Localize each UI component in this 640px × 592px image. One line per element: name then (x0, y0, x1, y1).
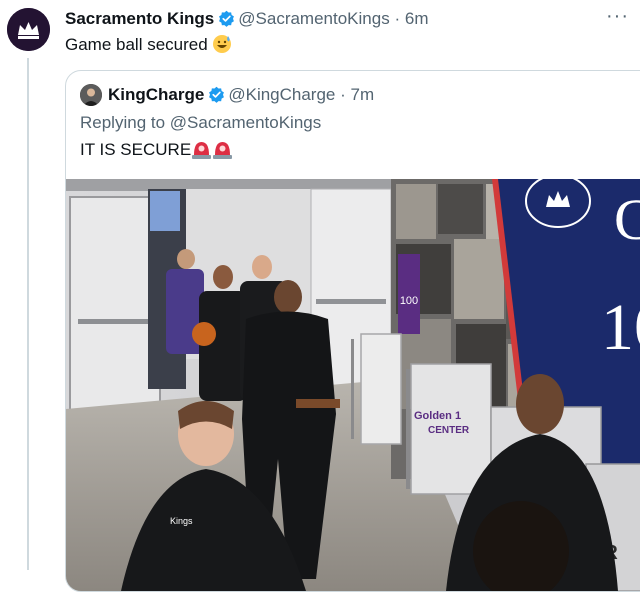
tweet-text: Game ball secured (65, 34, 232, 59)
verified-badge-icon (219, 10, 235, 27)
quoted-separator: · (340, 85, 346, 104)
golden1-sign: Golden 1 (414, 410, 461, 422)
person-avatar-icon (80, 84, 102, 106)
quoted-author-name[interactable]: KingCharge (108, 85, 204, 104)
tweet-header: Sacramento Kings @SacramentoKings · 6m (65, 9, 428, 29)
quoted-author-avatar[interactable] (80, 84, 102, 106)
center-sign: CENTER (428, 425, 470, 436)
kings-crown-icon (7, 8, 50, 51)
author-handle[interactable]: @SacramentoKings (238, 9, 389, 28)
quoted-header: KingCharge @KingCharge · 7m (108, 85, 374, 105)
arena-hallway-image: 100 100 Ce Golden 1 CENTER ER (66, 179, 640, 591)
quoted-tweet-card[interactable]: KingCharge @KingCharge · 7m Replying to @… (65, 70, 640, 592)
quoted-body: IT IS SECURE (80, 140, 192, 159)
replying-to: Replying to @SacramentoKings (80, 113, 321, 133)
author-name[interactable]: Sacramento Kings (65, 9, 214, 28)
separator-dot: · (394, 9, 401, 28)
police-light-emoji (212, 139, 233, 164)
tweet-body: Game ball secured (65, 35, 208, 54)
quoted-time[interactable]: 7m (351, 85, 375, 104)
tweet-media-photo[interactable]: 100 100 Ce Golden 1 CENTER ER (66, 179, 640, 591)
author-avatar[interactable] (7, 8, 50, 51)
tweet-time[interactable]: 6m (405, 9, 429, 28)
quoted-author-handle[interactable]: @KingCharge (228, 85, 335, 104)
police-light-emoji (191, 139, 212, 164)
grinning-sweat-emoji (212, 34, 232, 59)
quoted-text: IT IS SECURE (80, 139, 233, 164)
replying-handle[interactable]: @SacramentoKings (170, 113, 321, 132)
thread-line (27, 58, 29, 570)
shirt-logo: Kings (170, 516, 193, 526)
banner-number: 100 (400, 295, 418, 307)
more-options-icon[interactable]: ··· (606, 6, 629, 26)
replying-prefix: Replying to (80, 113, 166, 132)
verified-badge-icon (209, 86, 225, 103)
banner-letter: Ce (614, 187, 640, 252)
banner-big-number: 100 (601, 291, 640, 364)
